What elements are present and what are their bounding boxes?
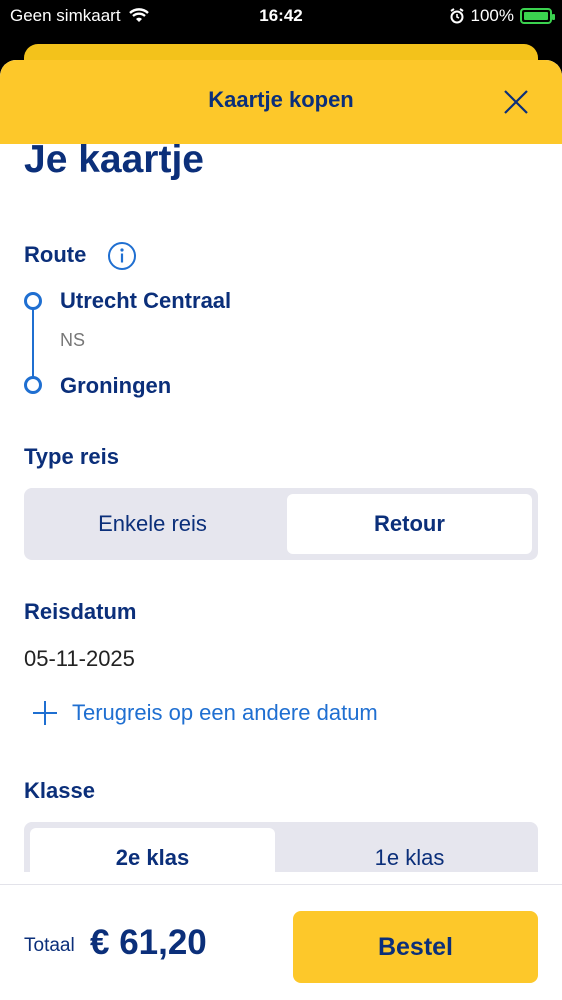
plus-icon xyxy=(33,701,57,725)
trip-type-return-option[interactable]: Retour xyxy=(287,494,532,554)
status-right: 100% xyxy=(449,6,555,26)
battery-icon xyxy=(520,8,555,24)
buy-ticket-sheet: Kaartje kopen Je kaartje Route Utrecht C… xyxy=(0,60,562,1000)
battery-percentage: 100% xyxy=(470,6,514,25)
trip-type-selector: Enkele reis Retour xyxy=(24,488,538,560)
origin-dot xyxy=(24,292,42,310)
return-date-link-label: Terugreis op een andere datum xyxy=(72,700,378,725)
operator-label: NS xyxy=(60,330,86,350)
origin-station: Utrecht Centraal xyxy=(60,288,232,313)
info-icon[interactable] xyxy=(107,241,137,271)
ticket-content: Je kaartje Route Utrecht Centraal NS Gro… xyxy=(0,144,562,872)
class-second-option[interactable]: 2e klas xyxy=(30,828,275,872)
sheet-title: Kaartje kopen xyxy=(208,87,354,112)
page-title: Je kaartje xyxy=(24,144,204,181)
status-bar: Geen simkaart 16:42 100% xyxy=(0,0,562,34)
class-label: Klasse xyxy=(24,778,95,803)
sheet-header: Kaartje kopen xyxy=(0,60,562,144)
route-label: Route xyxy=(24,242,87,267)
order-button[interactable]: Bestel xyxy=(293,911,538,983)
trip-type-single-option[interactable]: Enkele reis xyxy=(30,494,275,554)
travel-date-label: Reisdatum xyxy=(24,599,137,624)
total-label: Totaal xyxy=(24,935,75,956)
order-footer: Totaal € 61,20 Bestel xyxy=(0,884,562,1000)
trip-type-label: Type reis xyxy=(24,444,119,469)
total-amount: € 61,20 xyxy=(90,923,207,962)
destination-dot xyxy=(24,376,42,394)
alarm-icon xyxy=(449,8,464,24)
travel-date-value[interactable]: 05-11-2025 xyxy=(24,646,135,672)
return-date-link[interactable]: Terugreis op een andere datum xyxy=(32,700,378,726)
close-icon[interactable] xyxy=(502,88,530,116)
destination-station: Groningen xyxy=(60,373,172,398)
class-selector: 2e klas 1e klas xyxy=(24,822,538,872)
class-first-option[interactable]: 1e klas xyxy=(287,828,532,872)
